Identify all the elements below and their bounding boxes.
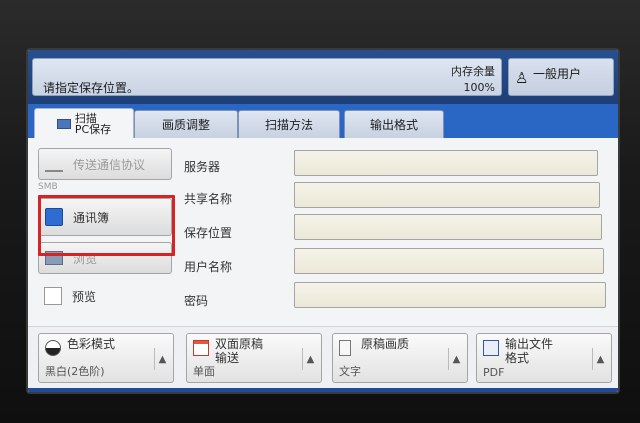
- scroll-up-icon[interactable]: ▲: [592, 348, 608, 370]
- duplex-value: 单面: [193, 365, 215, 378]
- password-input[interactable]: [294, 282, 606, 308]
- username-label: 用户名称: [184, 260, 233, 274]
- scroll-up-icon[interactable]: ▲: [302, 348, 318, 370]
- touch-screen: 请指定保存位置。 内存余量 100% ♙ 一般用户 扫描 PC保存 画质调整 扫…: [26, 48, 620, 394]
- tab-pc-save-label: PC保存: [74, 122, 112, 136]
- tab-scan-pc-save[interactable]: 扫描 PC保存: [34, 108, 134, 138]
- duplex-title-line1: 双面原稿: [215, 337, 264, 351]
- share-name-input[interactable]: [294, 182, 600, 208]
- preview-toggle[interactable]: 预览: [38, 280, 98, 312]
- scroll-up-icon[interactable]: ▲: [154, 348, 170, 370]
- highlight-box: [38, 195, 175, 256]
- original-quality-button[interactable]: 原稿画质 文字 ▲: [332, 333, 468, 383]
- user-button[interactable]: ♙ 一般用户: [508, 58, 614, 96]
- tab-bar: 扫描 PC保存 画质调整 扫描方法 输出格式: [28, 104, 618, 138]
- memory-value: 100%: [463, 81, 495, 94]
- color-mode-button[interactable]: 色彩模式 黑白(2色阶) ▲: [38, 333, 174, 383]
- tab-label: 扫描方法: [264, 118, 313, 132]
- protocol-icon: [45, 164, 63, 172]
- preview-label: 预览: [72, 289, 97, 304]
- color-mode-title: 色彩模式: [67, 337, 116, 351]
- color-mode-value: 黑白(2色阶): [45, 365, 105, 378]
- status-message: 请指定保存位置。: [43, 81, 140, 95]
- duplex-title-line2: 输送: [215, 351, 240, 365]
- memory-label: 内存余量: [451, 65, 495, 78]
- transfer-protocol-button[interactable]: 传送通信协议: [38, 148, 172, 180]
- bottom-strip: [28, 388, 618, 392]
- output-format-value: PDF: [483, 366, 505, 379]
- server-input[interactable]: [294, 150, 598, 176]
- scanner-icon: [56, 118, 71, 129]
- status-header: 请指定保存位置。 内存余量 100% ♙ 一般用户: [28, 50, 618, 104]
- tab-scan-method[interactable]: 扫描方法: [238, 110, 340, 138]
- color-mode-icon: [45, 340, 61, 356]
- password-label: 密码: [184, 294, 209, 308]
- message-area: 请指定保存位置。 内存余量 100%: [32, 58, 502, 96]
- duplex-original-button[interactable]: 双面原稿 输送 单面 ▲: [186, 333, 322, 383]
- checkbox-icon: [44, 287, 62, 305]
- user-icon: ♙: [515, 69, 529, 87]
- output-format-title: 输出文件 格式: [505, 337, 553, 365]
- output-format-title-line1: 输出文件: [505, 337, 554, 351]
- pdf-file-icon: [483, 340, 499, 356]
- tab-label: 输出格式: [369, 118, 418, 132]
- share-name-label: 共享名称: [184, 192, 233, 206]
- original-quality-title: 原稿画质: [361, 337, 410, 351]
- output-file-format-button[interactable]: 输出文件 格式 PDF ▲: [476, 333, 612, 383]
- tab-output-format[interactable]: 输出格式: [344, 110, 444, 138]
- bottom-settings-bar: 色彩模式 黑白(2色阶) ▲ 双面原稿 输送 单面 ▲ 原稿画质 文字 ▲ 输出…: [28, 326, 618, 392]
- scroll-up-icon[interactable]: ▲: [448, 348, 464, 370]
- save-location-input[interactable]: [294, 214, 602, 240]
- save-location-label: 保存位置: [184, 226, 233, 240]
- duplex-title: 双面原稿 输送: [215, 337, 263, 365]
- user-label: 一般用户: [533, 67, 582, 81]
- duplex-icon: [193, 340, 209, 356]
- protocol-value: SMB: [38, 182, 58, 192]
- transfer-protocol-label: 传送通信协议: [73, 157, 146, 172]
- server-label: 服务器: [184, 160, 221, 174]
- output-format-title-line2: 格式: [505, 351, 530, 365]
- original-quality-value: 文字: [339, 365, 361, 378]
- username-input[interactable]: [294, 248, 604, 274]
- tab-image-quality[interactable]: 画质调整: [134, 110, 238, 138]
- document-icon: [339, 340, 351, 356]
- tab-scan-label: 扫描: [74, 111, 97, 125]
- tab-label: 画质调整: [161, 118, 210, 132]
